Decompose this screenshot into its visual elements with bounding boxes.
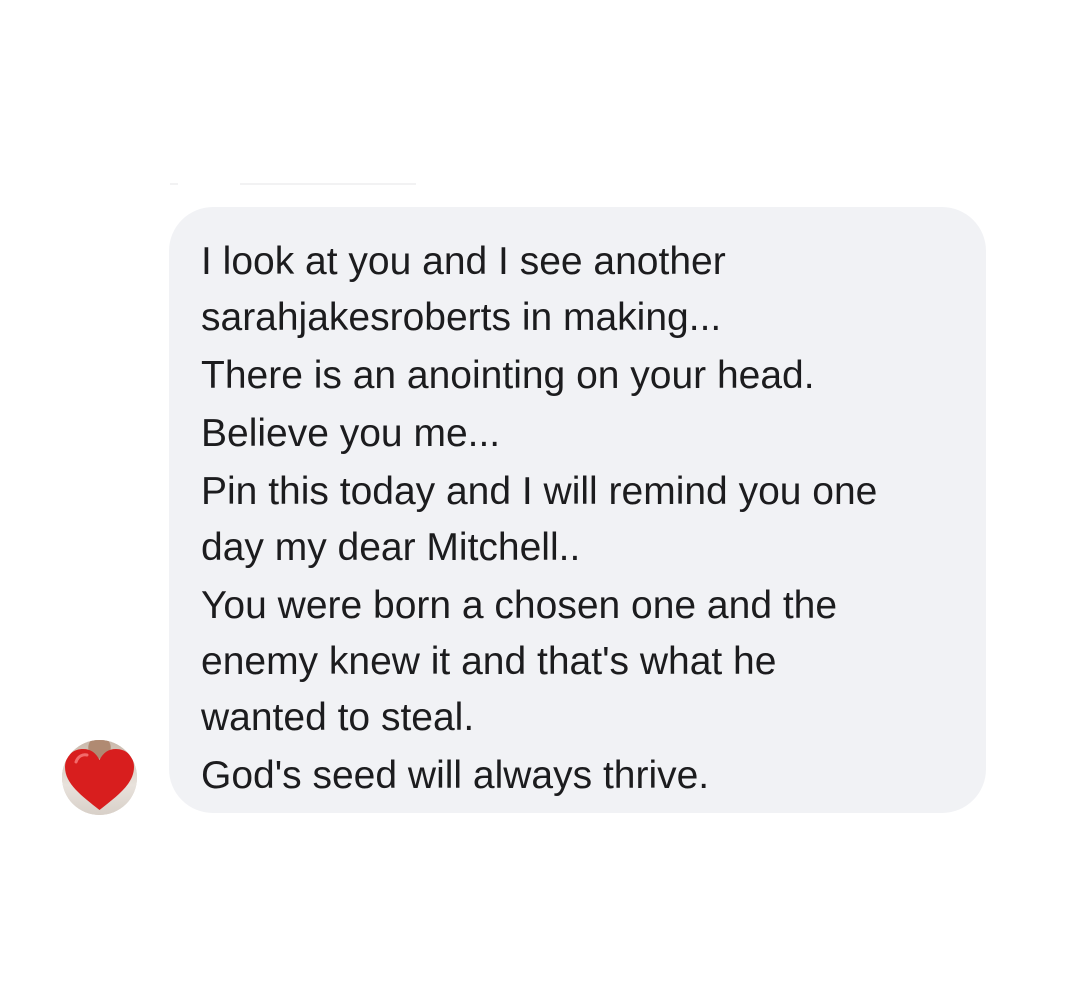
message-line: You were born a chosen one and the xyxy=(201,584,838,627)
message-line: wanted to steal. xyxy=(201,696,475,739)
message-line: Believe you me... xyxy=(201,412,501,455)
message-line: There is an anointing on your head. xyxy=(201,354,815,397)
message-line: I look at you and I see another xyxy=(201,240,726,283)
sender-avatar[interactable] xyxy=(62,740,137,815)
divider-mark xyxy=(170,183,178,185)
divider-line xyxy=(240,183,416,185)
message-line: sarahjakesroberts in making... xyxy=(201,296,722,339)
message-line: God's seed will always thrive. xyxy=(201,754,710,797)
heart-icon xyxy=(65,749,134,810)
message-line: Pin this today and I will remind you one xyxy=(201,470,878,513)
message-bubble[interactable]: I look at you and I see another sarahjak… xyxy=(169,207,986,813)
message-line: day my dear Mitchell.. xyxy=(201,526,581,569)
message-line: enemy knew it and that's what he xyxy=(201,640,777,683)
